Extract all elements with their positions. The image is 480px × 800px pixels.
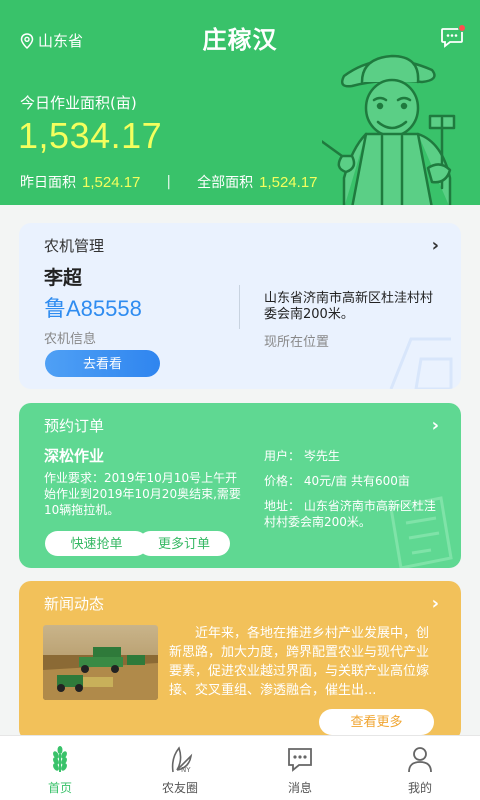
tab-messages-label: 消息 <box>287 781 312 795</box>
today-area-label: 今日作业面积(亩) <box>20 94 137 112</box>
more-orders-button[interactable]: 更多订单 <box>138 531 230 556</box>
quick-grab-button[interactable]: 快速抢单 <box>45 531 148 556</box>
order-card-heading: 预约订单 <box>44 417 105 435</box>
divider: | <box>166 174 172 190</box>
unread-dot <box>458 24 466 32</box>
svg-text:NY: NY <box>181 766 191 774</box>
machine-management-card[interactable]: 农机管理 › 李超 鲁A85558 农机信息 山东省济南市高新区杜洼村村委会南2… <box>19 223 461 389</box>
news-card[interactable]: 新闻动态 › 近年来，各地在推进乡村产业发展中，创新思路，加大力度，跨界配置农业… <box>19 581 461 741</box>
header: 山东省 庄稼汉 今日作业面积(亩) 1,534.17 昨日面积 1,524.17… <box>0 0 480 205</box>
news-card-heading: 新闻动态 <box>44 595 105 613</box>
chevron-right-icon[interactable]: › <box>432 235 439 256</box>
tab-profile-label: 我的 <box>407 781 432 795</box>
reservation-order-card[interactable]: 预约订单 › 深松作业 作业要求：2019年10月10号上午开始作业到2019年… <box>19 403 461 568</box>
total-area-label: 全部面积 <box>197 175 254 191</box>
order-requirement: 作业要求：2019年10月10号上午开始作业到2019年10月20奥结束,需要1… <box>44 471 241 517</box>
card-watermark <box>389 337 453 389</box>
tab-home[interactable]: 首页 <box>0 736 120 800</box>
total-area-value: 1,524.17 <box>259 173 318 191</box>
user-icon <box>408 747 432 773</box>
farmer-illustration <box>322 54 456 205</box>
bottom-tab-bar: 首页 NY 农友圈 消息 我的 <box>0 735 480 800</box>
view-machine-button[interactable]: 去看看 <box>45 350 160 377</box>
order-address: 地址： 山东省济南市高新区杜洼村村委会南200米。 <box>264 499 436 529</box>
machine-address: 山东省济南市高新区杜洼村村委会南200米。 <box>264 291 434 322</box>
view-more-news-button[interactable]: 查看更多 <box>319 709 434 735</box>
yesterday-area-label: 昨日面积 <box>20 175 76 191</box>
machine-info-label: 农机信息 <box>44 332 97 347</box>
operator-name: 李超 <box>44 267 83 289</box>
order-price: 价格： 40元/亩 共有600亩 <box>264 474 410 488</box>
tab-profile[interactable]: 我的 <box>360 736 480 800</box>
order-user: 用户： 岑先生 <box>264 449 340 463</box>
yesterday-area-value: 1,524.17 <box>82 173 141 191</box>
news-thumbnail-image[interactable] <box>43 625 158 700</box>
tab-home-label: 首页 <box>47 781 72 795</box>
tab-messages[interactable]: 消息 <box>240 736 360 800</box>
license-plate: 鲁A85558 <box>44 296 142 321</box>
tab-farmer-circle[interactable]: NY 农友圈 <box>120 736 240 800</box>
area-summary: 昨日面积 1,524.17 | 全部面积 1,524.17 <box>20 172 318 192</box>
news-summary: 近年来，各地在推进乡村产业发展中，创新思路，加大力度，跨界配置农业与现代产业要素… <box>169 626 430 698</box>
wheat-icon <box>53 746 67 772</box>
chevron-right-icon[interactable]: › <box>432 593 439 614</box>
chat-icon <box>288 748 312 772</box>
tab-farmer-circle-label: 农友圈 <box>161 781 198 795</box>
current-location-label: 现所在位置 <box>264 335 330 350</box>
divider <box>239 285 240 329</box>
leaf-icon: NY <box>171 746 193 774</box>
order-subtitle: 深松作业 <box>44 447 105 465</box>
chevron-right-icon[interactable]: › <box>432 415 439 436</box>
today-area-value: 1,534.17 <box>18 115 163 156</box>
machine-card-heading: 农机管理 <box>44 237 105 255</box>
